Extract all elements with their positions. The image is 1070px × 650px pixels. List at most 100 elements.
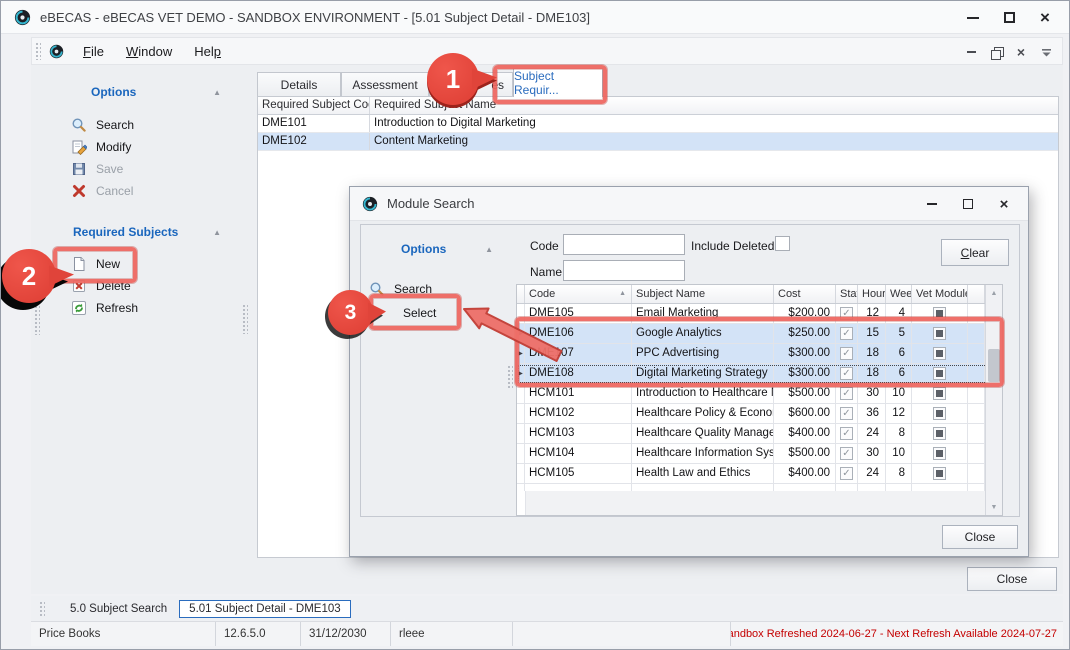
sidebar-item-save: Save <box>71 159 134 178</box>
application-window: eBECAS - eBECAS VET DEMO - SANDBOX ENVIR… <box>0 0 1070 650</box>
indeterminate-mark <box>936 310 943 317</box>
window-title: eBECAS - eBECAS VET DEMO - SANDBOX ENVIR… <box>40 10 590 25</box>
cell <box>968 444 985 464</box>
cell: Introduction to Healthcare M <box>632 384 774 404</box>
column-header-week[interactable]: Week <box>886 285 912 303</box>
column-header-vet-module[interactable]: Vet Module <box>912 285 968 303</box>
cell <box>968 484 985 491</box>
cell <box>858 484 886 491</box>
dialog-close-button[interactable]: × <box>986 187 1022 221</box>
collapse-arrow-icon: ▲ <box>485 245 493 254</box>
sidebar-splitter-grip[interactable] <box>242 304 248 334</box>
dock-grip[interactable] <box>34 301 40 335</box>
column-header-subject-name[interactable]: Subject Name <box>632 285 774 303</box>
module-table-row[interactable]: HCM105Health Law and Ethics$400.00✓248 <box>517 464 1002 484</box>
module-table-row[interactable]: HCM102Healthcare Policy & Economi$600.00… <box>517 404 1002 424</box>
column-header-hours[interactable]: Hours <box>858 285 886 303</box>
cell: HCM104 <box>525 444 632 464</box>
main-close-button[interactable]: Close <box>967 567 1057 591</box>
mdi-close-button[interactable]: × <box>1013 44 1029 60</box>
status-panel-user: rleee <box>391 622 513 646</box>
tabbar-grip[interactable] <box>39 601 45 617</box>
cell-name: Introduction to Digital Marketing <box>370 115 1058 132</box>
cell: $600.00 <box>774 404 836 424</box>
collapse-arrow-icon: ▲ <box>213 88 221 97</box>
search-icon <box>71 117 87 133</box>
menu-window[interactable]: Window <box>117 40 181 63</box>
tab-subject-detail[interactable]: 5.01 Subject Detail - DME103 <box>179 600 351 618</box>
tab-0[interactable]: Details <box>257 72 341 97</box>
name-input[interactable] <box>563 260 685 281</box>
status-panel-date: 31/12/2030 <box>301 622 391 646</box>
column-header[interactable]: Required Subject Code <box>258 97 370 114</box>
sidebar-item-label: Modify <box>96 140 131 154</box>
include-deleted-checkbox[interactable] <box>775 236 790 251</box>
module-table-row[interactable]: HCM103Healthcare Quality Managem$400.00✓… <box>517 424 1002 444</box>
table-row[interactable]: DME101Introduction to Digital Marketing <box>258 115 1058 133</box>
refresh-icon <box>71 300 87 316</box>
status-panel-empty <box>513 622 731 646</box>
column-header-cost[interactable]: Cost <box>774 285 836 303</box>
cell: HCM102 <box>525 404 632 424</box>
sidebar-item-refresh[interactable]: Refresh <box>71 298 138 317</box>
status-checkbox-checked: ✓ <box>840 467 853 480</box>
options-group-header[interactable]: Options ▲ <box>91 85 221 99</box>
tab-label: Assessment <box>352 78 417 92</box>
table-row[interactable]: DME102Content Marketing <box>258 133 1058 151</box>
sidebar-item-search[interactable]: Search <box>71 115 134 134</box>
cell: 36 <box>858 404 886 424</box>
scroll-up-icon[interactable]: ▲ <box>986 285 1002 301</box>
column-header[interactable]: Required Subject Name <box>370 97 1058 114</box>
dialog-options-label: Options <box>401 242 446 256</box>
menu-items: FileWindowHelp <box>74 40 230 63</box>
indeterminate-mark <box>936 410 943 417</box>
mdi-restore-button[interactable] <box>988 44 1004 60</box>
close-icon: × <box>1000 197 1009 212</box>
close-icon: × <box>1040 9 1050 26</box>
tab-1[interactable]: Assessment <box>341 72 429 97</box>
cell: HCM103 <box>525 424 632 444</box>
status-checkbox-checked: ✓ <box>840 407 853 420</box>
cell <box>912 384 968 404</box>
mdi-minimize-button[interactable] <box>963 44 979 60</box>
cell <box>968 384 985 404</box>
module-table-row[interactable]: HCM104Healthcare Information Syst$500.00… <box>517 444 1002 464</box>
menu-customize-button[interactable] <box>1038 44 1054 60</box>
scroll-down-icon[interactable]: ▼ <box>986 499 1002 515</box>
cell <box>517 424 525 444</box>
cell <box>517 484 525 491</box>
highlight-box-selected-rows <box>515 317 1004 387</box>
module-table-row[interactable]: HCM101Introduction to Healthcare M$500.0… <box>517 384 1002 404</box>
dialog-options-header[interactable]: Options ▲ <box>401 242 493 256</box>
cell: $400.00 <box>774 424 836 444</box>
menubar-grip[interactable] <box>35 42 41 60</box>
clear-button[interactable]: Clear <box>941 239 1009 266</box>
indeterminate-mark <box>936 450 943 457</box>
indeterminate-mark <box>936 390 943 397</box>
cell: 12 <box>886 404 912 424</box>
sidebar-item-cancel: Cancel <box>71 181 134 200</box>
sidebar-item-modify[interactable]: Modify <box>71 137 134 156</box>
tab-subject-search[interactable]: 5.0 Subject Search <box>70 603 167 615</box>
cell <box>968 464 985 484</box>
cell <box>632 484 774 491</box>
cell: Healthcare Policy & Economi <box>632 404 774 424</box>
cell <box>525 484 632 491</box>
code-input[interactable] <box>563 234 685 255</box>
maximize-button[interactable] <box>991 1 1027 34</box>
close-button[interactable]: × <box>1027 1 1063 34</box>
cell <box>968 404 985 424</box>
module-table-header: Code▲Subject NameCostStatusHoursWeekVet … <box>517 285 1002 304</box>
sort-ascending-icon: ▲ <box>619 290 626 297</box>
minimize-button[interactable] <box>955 1 991 34</box>
menu-help[interactable]: Help <box>185 40 230 63</box>
menu-file[interactable]: File <box>74 40 113 63</box>
cell <box>912 464 968 484</box>
cell: ✓ <box>836 404 858 424</box>
dialog-footer-close-button[interactable]: Close <box>942 525 1018 549</box>
vet-module-checkbox-indeterminate <box>933 407 946 420</box>
column-header-status[interactable]: Status <box>836 285 858 303</box>
dialog-maximize-button[interactable] <box>950 187 986 221</box>
required-subjects-group-header[interactable]: Required Subjects ▲ <box>73 225 221 239</box>
dialog-minimize-button[interactable] <box>914 187 950 221</box>
